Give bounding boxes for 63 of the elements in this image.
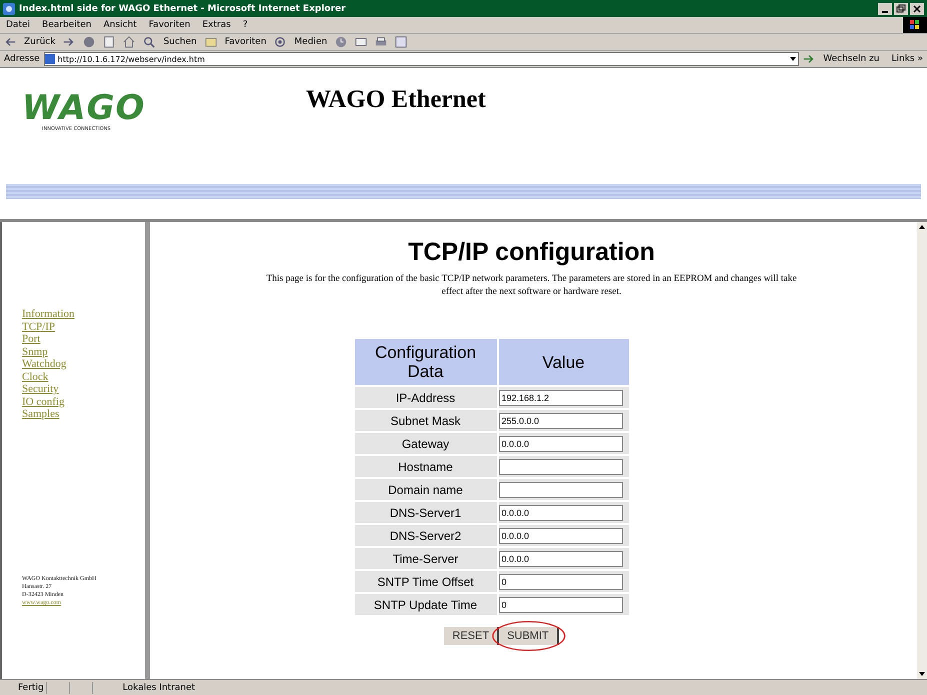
home-icon[interactable]	[123, 36, 136, 48]
table-cell: SNTP Time Offset	[354, 571, 496, 592]
input-field[interactable]: 0	[498, 574, 622, 590]
security-zone: Lokales Intranet	[122, 682, 196, 692]
go-button[interactable]: Wechseln zu	[819, 54, 884, 64]
history-icon[interactable]	[335, 36, 348, 48]
form-button[interactable]: RESET	[444, 627, 500, 645]
intro-text: This page is for the configuration of the basic TCP/IP network parameters. The parameters are stored in an EEPROM and changes will take effect after the next software or hardware reset.	[265, 273, 798, 299]
scrollbar[interactable]	[917, 222, 927, 679]
restore-button[interactable]	[894, 2, 908, 14]
folder-icon[interactable]	[204, 36, 217, 48]
table-cell: IP-Address	[354, 387, 496, 408]
table-cell: DNS-Server1	[354, 502, 496, 523]
back-arrow-icon[interactable]	[4, 36, 16, 48]
table-cell: Domain name	[354, 479, 496, 500]
input-field[interactable]: 0.0.0.0	[498, 504, 622, 520]
page-heading: TCP/IP configuration	[408, 238, 655, 267]
go-arrow-icon[interactable]	[803, 53, 816, 65]
favorites-button[interactable]: Favoriten	[224, 37, 266, 47]
table-cell: Hostname	[354, 456, 496, 477]
input-field[interactable]: 0.0.0.0	[498, 528, 622, 544]
menu-item[interactable]: ?	[242, 20, 248, 30]
menu-item[interactable]: Datei	[6, 20, 30, 30]
form-button[interactable]: SUBMIT	[499, 627, 559, 645]
logo: WAGO	[22, 90, 146, 126]
media-button[interactable]: Medien	[294, 37, 328, 47]
printer-icon[interactable]	[375, 36, 388, 48]
input-field[interactable]: 0.0.0.0	[498, 436, 622, 452]
search-button[interactable]: Suchen	[163, 37, 197, 47]
menu-item[interactable]: Bearbeiten	[42, 20, 92, 30]
site-title: WAGO Ethernet	[305, 85, 487, 115]
table-cell: SNTP Update Time	[354, 594, 496, 615]
table-cell: Gateway	[354, 433, 496, 454]
window-title: Index.html side for WAGO Ethernet - Microsoft Internet Explorer	[19, 4, 346, 14]
windows-logo-icon	[903, 17, 927, 33]
stop-icon[interactable]	[83, 36, 96, 48]
menu-item[interactable]: Favoriten	[148, 20, 190, 30]
menu-item[interactable]: Ansicht	[103, 20, 137, 30]
input-field[interactable]: 192.168.1.2	[498, 390, 622, 406]
forward-arrow-icon[interactable]	[63, 36, 76, 48]
address-field[interactable]: http://10.1.6.172/webserv/index.htm	[44, 52, 800, 66]
status-text: Fertig	[18, 682, 44, 692]
input-field[interactable]: 255.0.0.0	[498, 412, 622, 428]
address-label: Adresse	[4, 54, 40, 64]
browser-icon	[3, 2, 15, 14]
column-header: Configuration Data	[354, 339, 496, 385]
mail-icon[interactable]	[355, 36, 368, 48]
input-field[interactable]	[498, 482, 622, 498]
input-field[interactable]: 0.0.0.0	[498, 550, 622, 566]
input-field[interactable]	[498, 458, 622, 474]
page-icon	[44, 54, 55, 64]
menu-item[interactable]: Extras	[202, 20, 231, 30]
back-button[interactable]: Zurück	[24, 37, 56, 47]
document-icon[interactable]	[103, 36, 116, 48]
input-field[interactable]: 0	[498, 596, 622, 612]
media-icon[interactable]	[274, 36, 286, 48]
search-icon[interactable]	[143, 36, 156, 48]
table-cell: Time-Server	[354, 548, 496, 569]
table-cell: DNS-Server2	[354, 525, 496, 546]
links-button[interactable]: Links »	[888, 54, 927, 64]
edit-icon[interactable]	[395, 36, 408, 48]
column-header: Value	[498, 339, 628, 385]
table-cell: Subnet Mask	[354, 410, 496, 431]
